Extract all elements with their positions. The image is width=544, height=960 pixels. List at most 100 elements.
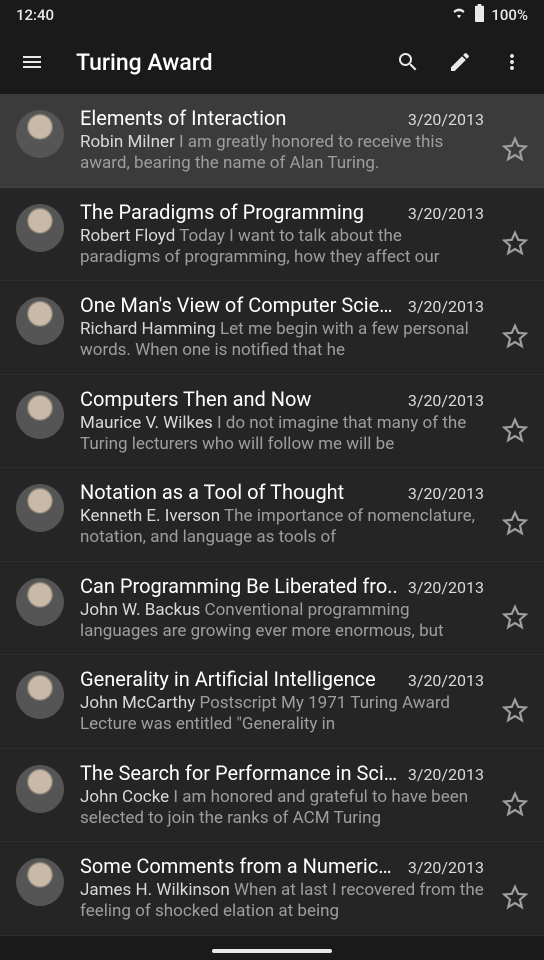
avatar[interactable]: [16, 484, 64, 532]
list-item[interactable]: Can Programming Be Liberated fro.. 3/20/2…: [0, 562, 544, 656]
item-preview: John W. Backus Conventional programming …: [80, 600, 484, 643]
item-date: 3/20/2013: [408, 110, 484, 129]
item-body: Computers Then and Now 3/20/2013 Maurice V…: [80, 387, 484, 456]
item-author: Maurice V. Wilkes: [80, 413, 213, 433]
search-icon: [396, 50, 420, 74]
item-date: 3/20/2013: [408, 204, 484, 223]
item-side: [500, 387, 528, 443]
star-button[interactable]: [502, 604, 528, 630]
item-date: 3/20/2013: [408, 858, 484, 877]
item-body: The Search for Performance in Scie.. 3/20…: [80, 761, 484, 830]
item-body: Elements of Interaction 3/20/2013 Robin Mi…: [80, 106, 484, 175]
item-body: Notation as a Tool of Thought 3/20/2013 Ke…: [80, 480, 484, 549]
item-preview: Maurice V. Wilkes I do not imagine that …: [80, 413, 484, 456]
item-preview: John Cocke I am honored and grateful to …: [80, 787, 484, 830]
star-button[interactable]: [502, 323, 528, 349]
item-preview: Robert Floyd Today I want to talk about …: [80, 226, 484, 269]
item-side: [500, 200, 528, 256]
avatar[interactable]: [16, 858, 64, 906]
avatar[interactable]: [16, 391, 64, 439]
battery-level: 100%: [491, 6, 528, 24]
item-preview: Robin Milner I am greatly honored to rec…: [80, 132, 484, 175]
status-bar: 12:40 100%: [0, 0, 544, 30]
status-right: 100%: [450, 4, 528, 26]
item-body: Generality in Artificial Intelligence3/2…: [80, 667, 484, 736]
list-item[interactable]: Notation as a Tool of Thought 3/20/2013 Ke…: [0, 468, 544, 562]
item-date: 3/20/2013: [408, 484, 484, 503]
item-preview: John McCarthy Postscript My 1971 Turing …: [80, 693, 484, 736]
star-button[interactable]: [502, 417, 528, 443]
star-button[interactable]: [502, 230, 528, 256]
nav-bar: [0, 942, 544, 960]
avatar[interactable]: [16, 578, 64, 626]
item-body: The Paradigms of Programming 3/20/2013 Rob…: [80, 200, 484, 269]
list-item[interactable]: Elements of Interaction 3/20/2013 Robin Mi…: [0, 94, 544, 188]
more-button[interactable]: [492, 42, 532, 82]
item-author: Kenneth E. Iverson: [80, 506, 220, 526]
item-title: The Paradigms of Programming: [80, 200, 364, 224]
list-item[interactable]: Computers Then and Now 3/20/2013 Maurice V…: [0, 375, 544, 469]
list-item[interactable]: Some Comments from a Numerical.. 3/20/201…: [0, 842, 544, 936]
item-author: John Cocke: [80, 787, 169, 807]
item-preview: Kenneth E. Iverson The importance of nom…: [80, 506, 484, 549]
page-title: Turing Award: [76, 49, 364, 76]
item-author: Robert Floyd: [80, 226, 175, 246]
list-item[interactable]: Generality in Artificial Intelligence3/2…: [0, 655, 544, 749]
item-author: Robin Milner: [80, 132, 175, 152]
item-title: Notation as a Tool of Thought: [80, 480, 344, 504]
more-vert-icon: [500, 50, 524, 74]
item-date: 3/20/2013: [408, 765, 484, 784]
list-item[interactable]: One Man's View of Computer Scien.. 3/20/2…: [0, 281, 544, 375]
item-author: James H. Wilkinson: [80, 880, 230, 900]
app-bar: Turing Award: [0, 30, 544, 94]
item-title: One Man's View of Computer Scien..: [80, 293, 400, 317]
item-author: John W. Backus: [80, 600, 200, 620]
action-buttons: [388, 42, 532, 82]
item-date: 3/20/2013: [408, 391, 484, 410]
item-side: [500, 574, 528, 630]
item-author: John McCarthy: [80, 693, 195, 713]
star-button[interactable]: [502, 697, 528, 723]
item-side: [500, 761, 528, 817]
item-title: Elements of Interaction: [80, 106, 286, 130]
list-item[interactable]: The Paradigms of Programming 3/20/2013 Rob…: [0, 188, 544, 282]
star-button[interactable]: [502, 510, 528, 536]
star-button[interactable]: [502, 791, 528, 817]
wifi-icon: [450, 6, 468, 24]
avatar[interactable]: [16, 671, 64, 719]
item-title: Computers Then and Now: [80, 387, 311, 411]
edit-button[interactable]: [440, 42, 480, 82]
status-time: 12:40: [16, 6, 54, 24]
item-side: [500, 854, 528, 910]
item-side: [500, 667, 528, 723]
item-author: Richard Hamming: [80, 319, 216, 339]
item-date: 3/20/2013: [408, 297, 484, 316]
item-title: Some Comments from a Numerical..: [80, 854, 400, 878]
item-date: 3/20/2013: [408, 578, 484, 597]
item-side: [500, 106, 528, 162]
item-preview: James H. Wilkinson When at last I recove…: [80, 880, 484, 923]
avatar[interactable]: [16, 110, 64, 158]
item-side: [500, 480, 528, 536]
avatar[interactable]: [16, 204, 64, 252]
menu-button[interactable]: [12, 42, 52, 82]
search-button[interactable]: [388, 42, 428, 82]
battery-icon: [474, 4, 485, 26]
item-preview: Richard Hamming Let me begin with a few …: [80, 319, 484, 362]
item-title: Generality in Artificial Intelligence: [80, 667, 376, 691]
message-list: Elements of Interaction 3/20/2013 Robin Mi…: [0, 94, 544, 936]
item-title: The Search for Performance in Scie..: [80, 761, 400, 785]
item-body: One Man's View of Computer Scien.. 3/20/2…: [80, 293, 484, 362]
nav-handle[interactable]: [212, 949, 332, 953]
pencil-icon: [448, 50, 472, 74]
item-title: Can Programming Be Liberated fro..: [80, 574, 398, 598]
star-button[interactable]: [502, 136, 528, 162]
avatar[interactable]: [16, 297, 64, 345]
item-body: Some Comments from a Numerical.. 3/20/201…: [80, 854, 484, 923]
avatar[interactable]: [16, 765, 64, 813]
list-item[interactable]: The Search for Performance in Scie.. 3/20…: [0, 749, 544, 843]
item-body: Can Programming Be Liberated fro.. 3/20/2…: [80, 574, 484, 643]
item-side: [500, 293, 528, 349]
hamburger-icon: [20, 50, 44, 74]
star-button[interactable]: [502, 884, 528, 910]
